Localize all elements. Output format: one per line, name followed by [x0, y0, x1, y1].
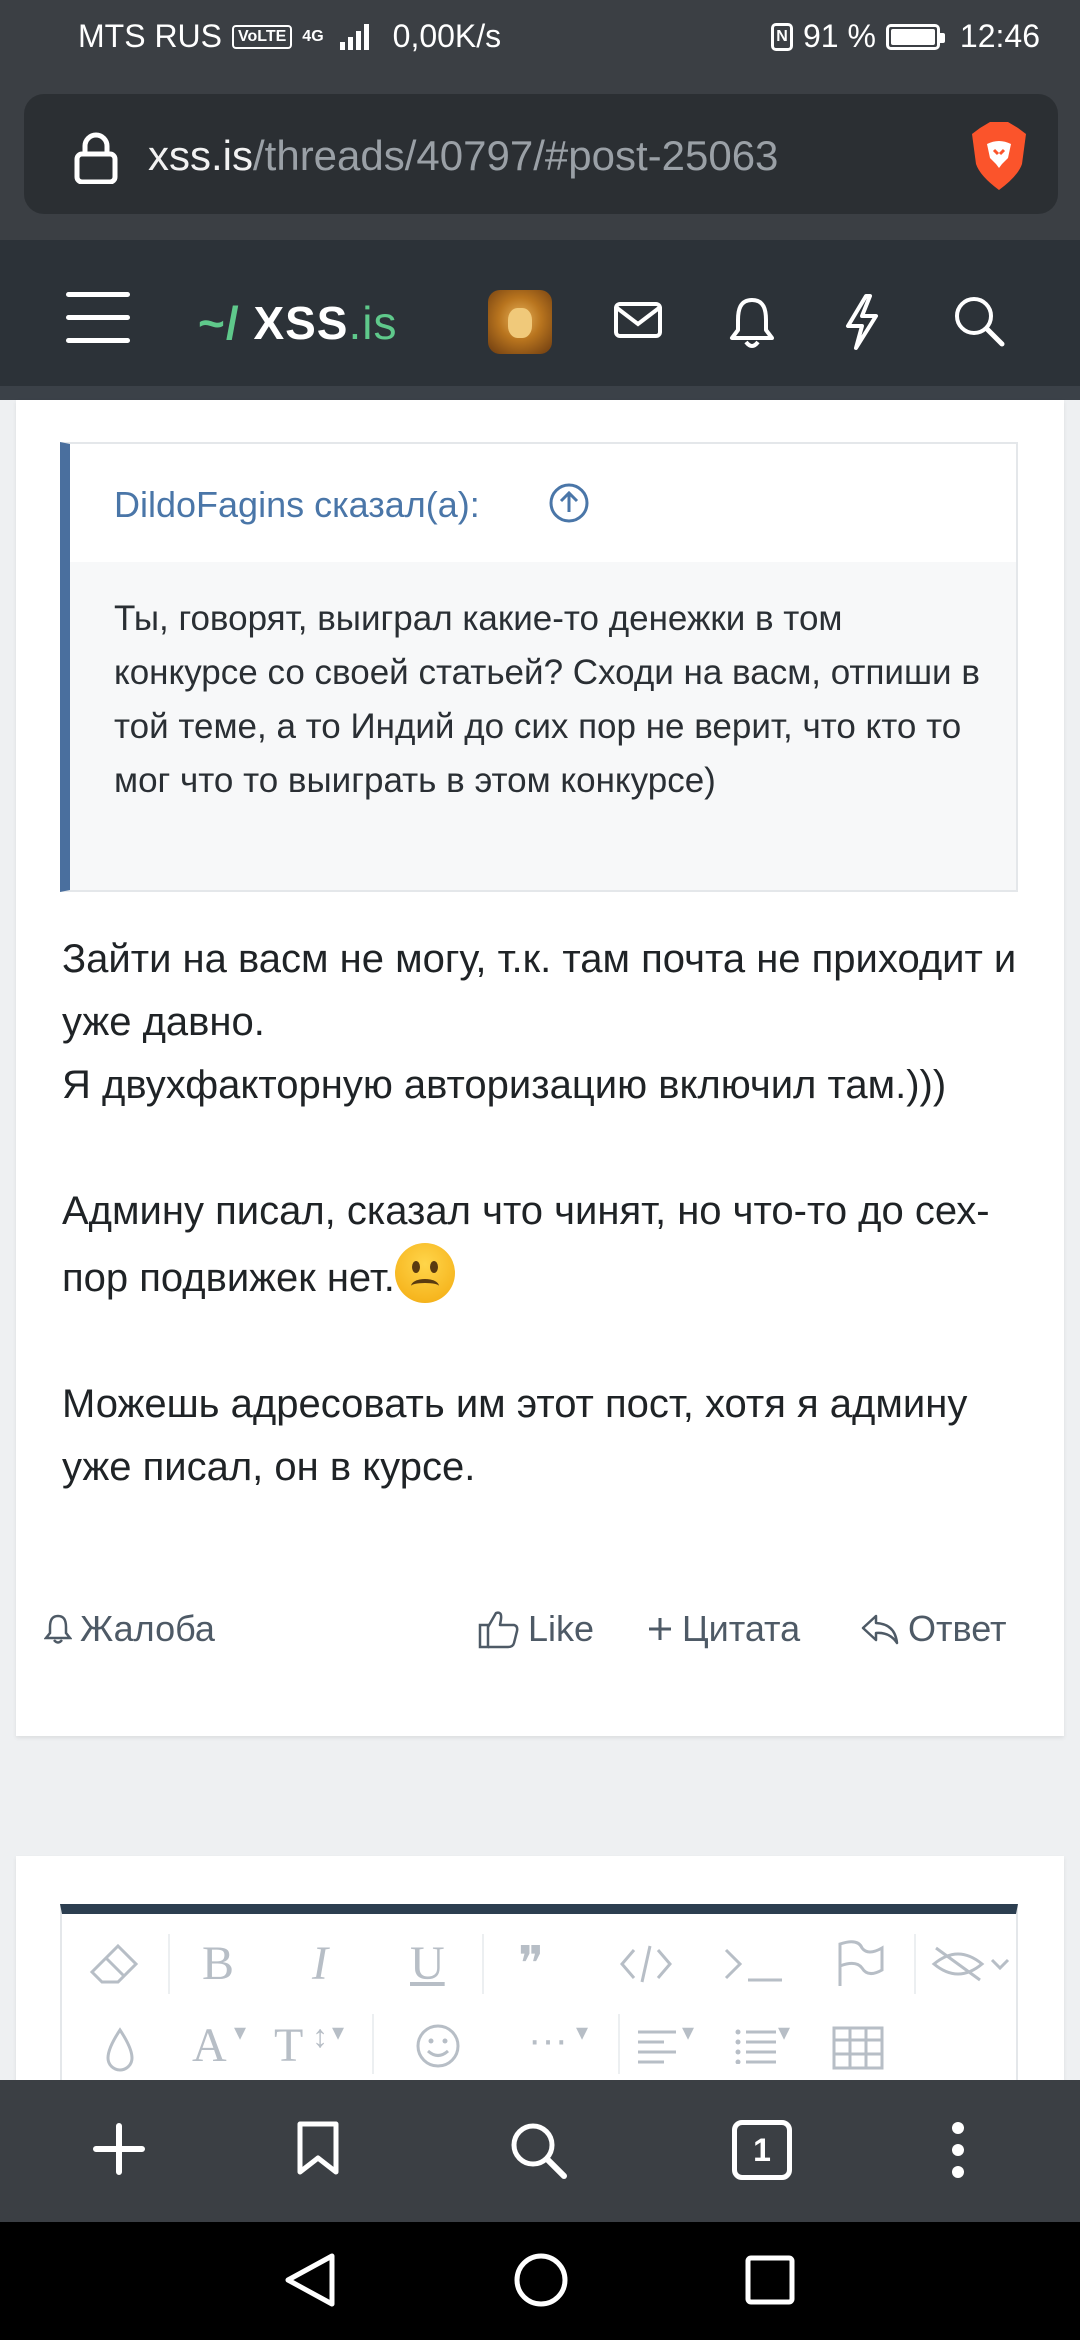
site-logo[interactable]: ~/ XSS.is	[198, 296, 397, 350]
italic-button[interactable]: I	[312, 1936, 328, 1991]
status-bar: MTS RUS VoLTE 4G 0,00K/s N 91 % 12:46	[0, 0, 1080, 72]
search-icon[interactable]	[508, 2120, 568, 2180]
new-tab-icon[interactable]	[92, 2122, 146, 2176]
bell-icon	[44, 1614, 72, 1644]
chevron-down-icon: ▾	[778, 2019, 791, 2046]
site-header: ~/ XSS.is	[0, 240, 1080, 400]
sad-face-icon	[394, 1243, 455, 1303]
browser-toolbar: xss.is/threads/40797/#post-25063	[0, 72, 1080, 240]
chevron-down-icon: ▾	[332, 2019, 345, 2046]
mail-icon[interactable]	[612, 294, 664, 346]
battery-percent: 91 %	[802, 18, 876, 54]
chevron-down-icon: ▾	[682, 2019, 695, 2046]
android-nav-bar	[0, 2222, 1080, 2340]
table-icon[interactable]	[832, 2026, 884, 2070]
quote-text: Ты, говорят, выиграл какие-то денежки в …	[114, 599, 980, 800]
quote-block: DildoFagins сказал(а): Ты, говорят, выиг…	[60, 442, 1018, 892]
bell-icon[interactable]	[726, 294, 778, 350]
network-type: 4G	[302, 27, 324, 45]
font-family-button[interactable]: A	[192, 2018, 227, 2073]
code-icon[interactable]	[618, 1944, 674, 1984]
flag-icon[interactable]	[834, 1940, 886, 1988]
jump-to-quote-icon[interactable]	[548, 482, 590, 524]
bold-button[interactable]: B	[202, 1936, 234, 1991]
network-speed: 0,00K/s	[392, 18, 502, 54]
bolt-icon[interactable]	[840, 294, 884, 350]
smiley-icon[interactable]	[414, 2022, 462, 2070]
eraser-icon[interactable]	[88, 1942, 140, 1986]
bookmark-icon[interactable]	[296, 2120, 340, 2176]
post-paragraph: Можешь адресовать им этот пост, хотя я а…	[62, 1382, 968, 1489]
post-paragraph: Админу писал, сказал что чинят, но что-т…	[62, 1180, 1022, 1310]
report-button[interactable]: Жалоба	[44, 1608, 215, 1650]
post-card: DildoFagins сказал(а): Ты, говорят, выиг…	[16, 400, 1064, 1736]
underline-button[interactable]: U	[410, 1936, 445, 1991]
font-size-button[interactable]: T	[274, 2018, 303, 2073]
post-paragraph: Я двухфакторную авторизацию включил там.…	[62, 1063, 947, 1107]
quote-author[interactable]: DildoFagins сказал(а):	[114, 484, 480, 526]
back-icon[interactable]	[282, 2250, 338, 2310]
list-icon[interactable]	[734, 2028, 778, 2064]
address-bar[interactable]: xss.is/threads/40797/#post-25063	[24, 94, 1058, 214]
color-drop-icon[interactable]	[102, 2026, 138, 2074]
post-paragraph: Зайти на васм не могу, т.к. там почта не…	[62, 937, 1017, 1044]
post-actions: Жалоба Like Цитата Ответ	[16, 1604, 1064, 1664]
menu-icon[interactable]	[66, 292, 130, 361]
font-size-arrows-icon: ↕	[312, 2018, 328, 2054]
chevron-down-icon: ▾	[234, 2019, 247, 2046]
recents-icon[interactable]	[744, 2254, 796, 2306]
nfc-icon: N	[770, 22, 793, 51]
thumbs-up-icon	[478, 1611, 519, 1649]
user-avatar[interactable]	[488, 290, 552, 354]
brave-shield-icon[interactable]	[970, 120, 1028, 192]
tabs-button[interactable]: 1	[732, 2120, 792, 2180]
volte-badge: VoLTE	[232, 24, 293, 49]
align-icon[interactable]	[636, 2028, 680, 2064]
carrier-label: MTS RUS	[78, 18, 222, 54]
reply-button[interactable]: Ответ	[860, 1608, 1007, 1650]
quote-format-icon[interactable]: ❞	[518, 1936, 544, 1992]
post-body: Зайти на васм не могу, т.к. там почта не…	[62, 928, 1022, 1499]
like-button[interactable]: Like	[478, 1608, 594, 1650]
inline-code-icon[interactable]	[722, 1944, 786, 1984]
hide-icon[interactable]	[930, 1944, 1010, 1984]
url-text[interactable]: xss.is/threads/40797/#post-25063	[148, 132, 948, 180]
battery-icon	[885, 23, 945, 50]
more-menu-icon[interactable]	[950, 2120, 966, 2180]
reply-icon	[861, 1614, 899, 1645]
quote-button[interactable]: Цитата	[646, 1608, 800, 1650]
browser-bottom-bar: 1	[0, 2080, 1080, 2222]
search-icon[interactable]	[952, 294, 1006, 348]
chevron-down-icon: ▾	[576, 2019, 589, 2046]
more-options-icon[interactable]: ···	[528, 2018, 568, 2063]
plus-icon	[649, 1618, 671, 1640]
home-icon[interactable]	[512, 2250, 570, 2310]
clock: 12:46	[959, 18, 1040, 54]
signal-icon	[339, 23, 369, 50]
lock-icon[interactable]	[74, 132, 118, 184]
